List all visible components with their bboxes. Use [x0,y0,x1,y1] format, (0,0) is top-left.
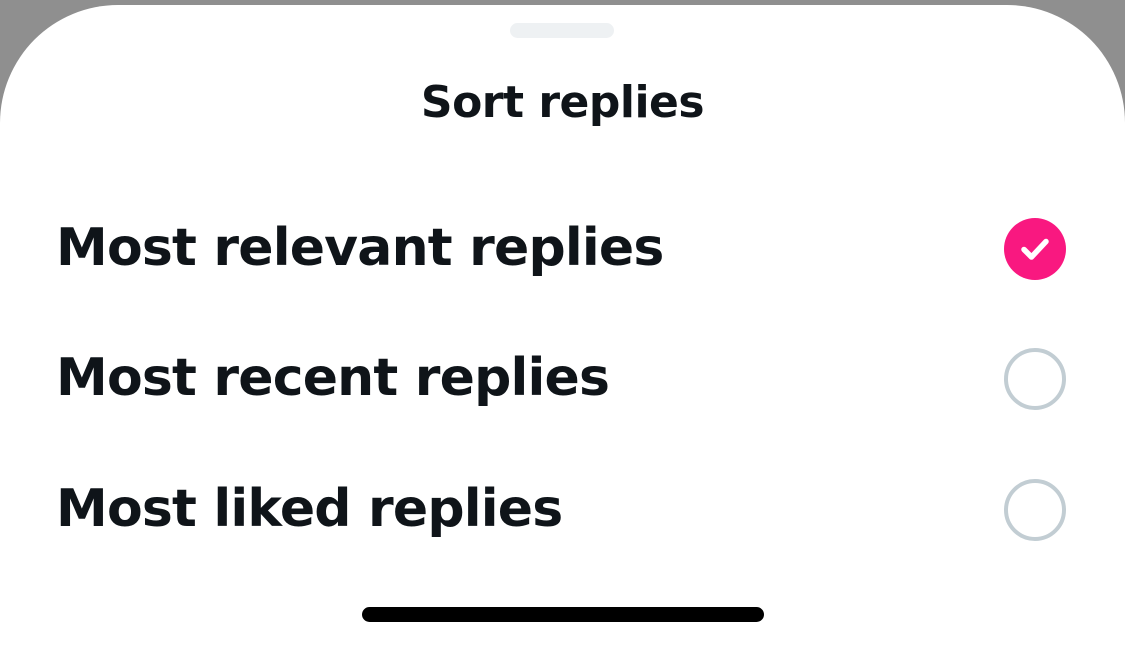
option-label: Most relevant replies [56,218,664,278]
home-indicator[interactable] [362,607,764,622]
option-label: Most recent replies [56,348,610,408]
radio-unselected[interactable] [1004,479,1066,541]
radio-unselected[interactable] [1004,348,1066,410]
radio-selected[interactable] [1004,218,1066,280]
sort-replies-sheet: Sort replies Most relevant replies Most … [0,5,1125,650]
option-most-liked[interactable]: Most liked replies [0,444,1125,574]
option-most-relevant[interactable]: Most relevant replies [0,183,1125,313]
sheet-title: Sort replies [420,77,705,128]
checkmark-icon [1021,238,1049,260]
option-most-recent[interactable]: Most recent replies [0,313,1125,443]
sheet-grabber-handle[interactable] [510,23,614,38]
option-label: Most liked replies [56,479,563,539]
